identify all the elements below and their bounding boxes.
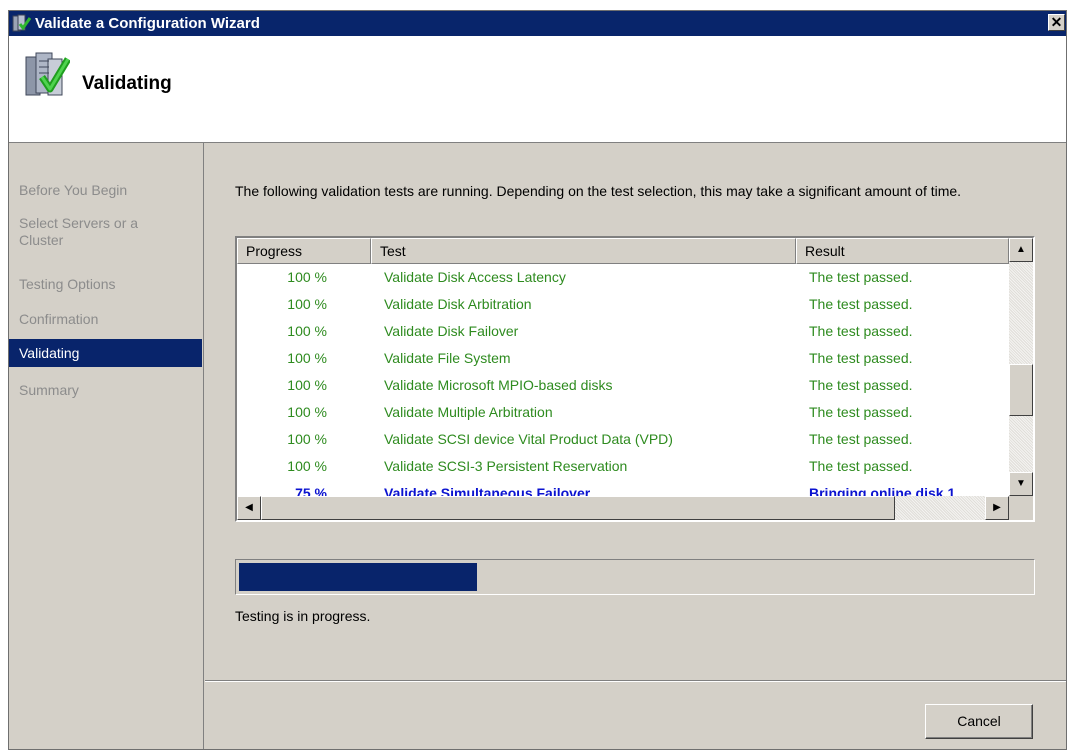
result-cell: The test passed. [809,431,913,447]
test-name-cell: Validate SCSI-3 Persistent Reservation [384,458,628,474]
scroll-left-button[interactable]: ◀ [237,496,261,520]
horizontal-scrollbar[interactable]: ◀ ▶ [237,496,1009,520]
table-row[interactable]: 100 % Validate File System The test passed… [237,345,1009,372]
cluster-wizard-icon [12,14,32,32]
result-cell: The test passed. [809,323,913,339]
list-header: Progress Test Result [237,238,1009,264]
progress-cell: 100 % [287,269,327,285]
main-content: The following validation tests are runni… [205,143,1066,749]
arrow-right-icon: ▶ [993,502,1001,513]
test-name-cell: Validate SCSI device Vital Product Data … [384,431,673,447]
horizontal-scroll-thumb[interactable] [261,496,895,520]
progress-cell: 75 % [295,485,327,496]
wizard-window: Validate a Configuration Wizard ✕ Valida… [8,10,1067,750]
table-row[interactable]: 100 % Validate Microsoft MPIO-based disks… [237,372,1009,399]
table-row[interactable]: 100 % Validate SCSI device Vital Product … [237,426,1009,453]
progress-cell: 100 % [287,431,327,447]
table-row[interactable]: 100 % Validate Multiple Arbitration The te… [237,399,1009,426]
validation-tests-list[interactable]: Progress Test Result 100 % Validate Disk … [235,236,1035,522]
vertical-scroll-thumb[interactable] [1009,364,1033,416]
overall-progress-bar [235,559,1035,595]
arrow-down-icon: ▼ [1016,478,1026,489]
result-cell: Bringing online disk 1 [809,485,956,496]
nav-item-select-servers[interactable]: Select Servers or a Cluster [9,215,202,249]
progress-cell: 100 % [287,404,327,420]
list-rows: 100 % Validate Disk Access Latency The tes… [237,264,1009,496]
nav-item-validating[interactable]: Validating [9,339,202,367]
nav-item-before-you-begin[interactable]: Before You Begin [9,182,202,199]
status-text: Testing is in progress. [235,608,371,624]
progress-cell: 100 % [287,296,327,312]
progress-cell: 100 % [287,350,327,366]
progress-cell: 100 % [287,377,327,393]
test-name-cell: Validate Multiple Arbitration [384,404,553,420]
column-header-test[interactable]: Test [371,238,796,264]
close-icon: ✕ [1050,14,1063,30]
result-cell: The test passed. [809,377,913,393]
progress-cell: 100 % [287,323,327,339]
nav-item-testing-options[interactable]: Testing Options [9,276,202,293]
scrollbar-corner [1009,496,1033,520]
test-name-cell: Validate File System [384,350,511,366]
vertical-scrollbar[interactable]: ▲ ▼ [1009,238,1033,496]
column-header-result[interactable]: Result [796,238,1009,264]
wizard-header: Validating [9,36,1066,143]
cancel-button[interactable]: Cancel [925,704,1033,739]
test-name-cell: Validate Disk Failover [384,323,519,339]
table-row[interactable]: 100 % Validate Disk Access Latency The tes… [237,264,1009,291]
test-name-cell: Validate Simultaneous Failover [384,485,591,496]
result-cell: The test passed. [809,296,913,312]
table-row[interactable]: 100 % Validate SCSI-3 Persistent Reservat… [237,453,1009,480]
table-row[interactable]: 75 % Validate Simultaneous Failover Bringi… [237,480,1009,496]
nav-item-summary[interactable]: Summary [9,382,202,399]
footer-divider [205,680,1066,682]
arrow-up-icon: ▲ [1016,244,1026,255]
test-name-cell: Validate Disk Arbitration [384,296,532,312]
close-button[interactable]: ✕ [1048,14,1065,31]
page-title: Validating [82,73,172,94]
test-name-cell: Validate Disk Access Latency [384,269,566,285]
result-cell: The test passed. [809,350,913,366]
server-check-icon [25,52,70,96]
scroll-down-button[interactable]: ▼ [1009,472,1033,496]
result-cell: The test passed. [809,404,913,420]
progress-fill [239,563,477,591]
result-cell: The test passed. [809,458,913,474]
window-title: Validate a Configuration Wizard [35,15,260,32]
table-row[interactable]: 100 % Validate Disk Failover The test pass… [237,318,1009,345]
result-cell: The test passed. [809,269,913,285]
scroll-up-button[interactable]: ▲ [1009,238,1033,262]
nav-item-select-servers-label: Select Servers or a [19,215,139,231]
table-row[interactable]: 100 % Validate Disk Arbitration The test p… [237,291,1009,318]
description-text: The following validation tests are runni… [235,183,962,199]
scroll-right-button[interactable]: ▶ [985,496,1009,520]
nav-item-confirmation[interactable]: Confirmation [9,311,202,328]
wizard-steps-nav: Before You Begin Select Servers or a Clu… [9,143,204,749]
progress-cell: 100 % [287,458,327,474]
column-header-progress[interactable]: Progress [237,238,371,264]
test-name-cell: Validate Microsoft MPIO-based disks [384,377,613,393]
arrow-left-icon: ◀ [245,502,253,513]
title-bar: Validate a Configuration Wizard ✕ [9,11,1066,36]
